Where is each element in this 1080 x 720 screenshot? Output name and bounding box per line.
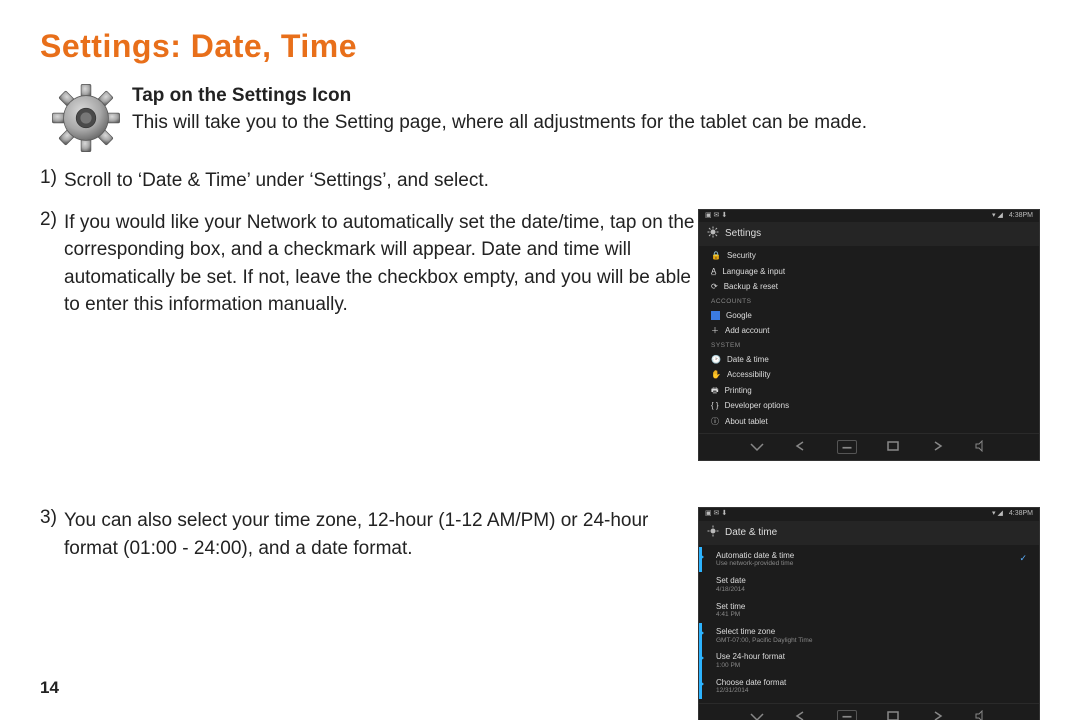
step-3-text: You can also select your time zone, 12-h…	[64, 507, 698, 562]
item-date-time: 🕑Date & time	[699, 352, 1039, 368]
row-24h: Use 24-hour format 1:00 PM	[699, 648, 1039, 673]
intro-heading: Tap on the Settings Icon	[132, 85, 351, 106]
clock-icon: 🕑	[711, 355, 721, 365]
lock-icon: 🔒	[711, 251, 721, 261]
row-set-date: Set date 4/18/2014	[699, 572, 1039, 597]
step-2-row: 2) If you would like your Network to aut…	[40, 209, 1040, 462]
nav-down-icon	[749, 440, 765, 452]
status-left-icons: ▣ ✉ ⬇	[705, 212, 727, 220]
item-about: ⓘAbout tablet	[699, 414, 1039, 430]
step-2-text: If you would like your Network to automa…	[64, 209, 698, 319]
section-accounts: ACCOUNTS	[699, 295, 1039, 308]
section-system: SYSTEM	[699, 339, 1039, 352]
nav-home-icon	[837, 710, 857, 720]
intro-text: Tap on the Settings Icon This will take …	[132, 83, 867, 136]
item-printing: 🖶Printing	[699, 383, 1039, 399]
item-backup: ⟳Backup & reset	[699, 279, 1039, 295]
nav-home-icon	[837, 440, 857, 454]
language-icon: A̲	[711, 267, 716, 277]
screenshot-settings-list: ▣ ✉ ⬇ ▾ ◢ 4:38PM Settings 🔒Security A̲La…	[698, 209, 1040, 462]
gear-icon	[707, 226, 719, 242]
step-1: 1) Scroll to ‘Date & Time’ under ‘Settin…	[40, 167, 1040, 195]
wifi-icon: ▾ ◢	[992, 510, 1003, 518]
intro-row: Tap on the Settings Icon This will take …	[40, 83, 1040, 153]
google-icon	[711, 311, 720, 320]
device1-header: Settings	[725, 228, 761, 240]
android-nav-bar	[699, 433, 1039, 460]
status-time: 4:38PM	[1009, 212, 1033, 220]
wifi-icon: ▾ ◢	[992, 212, 1003, 220]
nav-forward-icon	[929, 440, 945, 452]
row-set-time: Set time 4:41 PM	[699, 598, 1039, 623]
item-accessibility: ✋Accessibility	[699, 367, 1039, 383]
status-time: 4:38PM	[1009, 510, 1033, 518]
row-date-format: Choose date format 12/31/2014	[699, 674, 1039, 699]
screenshot-date-time-detail: ▣ ✉ ⬇ ▾ ◢ 4:38PM Date & time Automatic d…	[698, 507, 1040, 720]
device2-header: Date & time	[725, 527, 777, 539]
page-number: 14	[40, 678, 59, 698]
item-language: A̲Language & input	[699, 264, 1039, 280]
page-title: Settings: Date, Time	[40, 28, 1040, 65]
nav-volume-icon	[973, 710, 989, 720]
item-google: Google	[699, 308, 1039, 324]
step-3-row: 3) You can also select your time zone, 1…	[40, 507, 1040, 720]
checkmark-icon: ✓	[1019, 553, 1027, 564]
printer-icon: 🖶	[711, 386, 719, 396]
backup-icon: ⟳	[711, 282, 718, 292]
nav-forward-icon	[929, 710, 945, 720]
nav-recent-icon	[885, 440, 901, 452]
braces-icon: { }	[711, 401, 719, 411]
item-add-account: ＋Add account	[699, 323, 1039, 339]
step-2-number: 2)	[40, 209, 64, 231]
nav-recent-icon	[885, 710, 901, 720]
intro-body: This will take you to the Setting page, …	[132, 112, 867, 133]
item-developer: { }Developer options	[699, 398, 1039, 414]
step-3-number: 3)	[40, 507, 64, 529]
row-select-tz: Select time zone GMT-07:00, Pacific Dayl…	[699, 623, 1039, 648]
nav-volume-icon	[973, 440, 989, 452]
gear-icon	[707, 525, 719, 541]
android-nav-bar	[699, 703, 1039, 720]
row-automatic: Automatic date & time Use network-provid…	[699, 547, 1039, 572]
nav-back-icon	[793, 440, 809, 452]
step-1-number: 1)	[40, 167, 64, 189]
info-icon: ⓘ	[711, 417, 719, 427]
nav-down-icon	[749, 710, 765, 720]
plus-icon: ＋	[711, 326, 719, 336]
nav-back-icon	[793, 710, 809, 720]
status-left-icons: ▣ ✉ ⬇	[705, 510, 727, 518]
item-security: 🔒Security	[699, 248, 1039, 264]
step-1-text: Scroll to ‘Date & Time’ under ‘Settings’…	[64, 167, 489, 195]
settings-gear-icon	[40, 83, 132, 153]
hand-icon: ✋	[711, 370, 721, 380]
